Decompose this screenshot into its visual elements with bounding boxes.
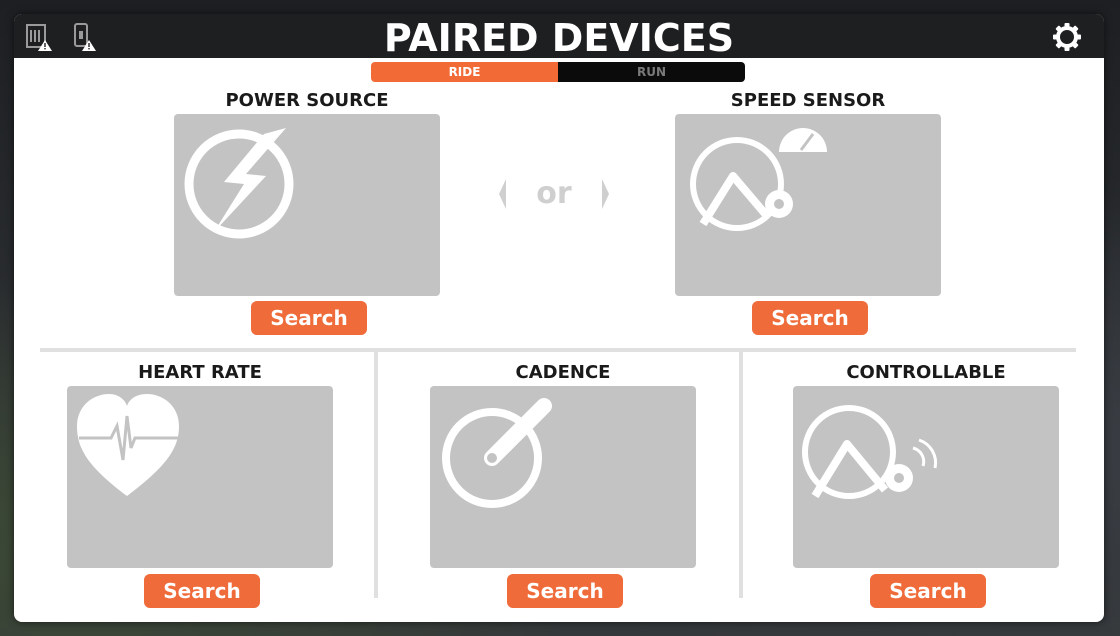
- gear-icon[interactable]: [1052, 22, 1082, 52]
- power-source-label: POWER SOURCE: [225, 90, 389, 111]
- heart-rate-tile[interactable]: [67, 386, 333, 568]
- power-source-icon: [184, 128, 294, 239]
- power-source-search-button[interactable]: Search: [251, 301, 367, 335]
- speed-sensor-icon: [690, 128, 827, 231]
- or-separator: or: [494, 174, 614, 214]
- speed-sensor-label: SPEED SENSOR: [730, 90, 886, 111]
- or-text: or: [536, 176, 572, 211]
- controllable-tile[interactable]: [793, 386, 1059, 568]
- cadence-tile[interactable]: [430, 386, 696, 568]
- cadence-label: CADENCE: [515, 362, 611, 383]
- heart-icon: [77, 394, 179, 496]
- sport-toggle: RIDE RUN: [371, 62, 745, 82]
- page-title: PAIRED DEVICES: [383, 16, 735, 60]
- heart-rate-label: HEART RATE: [138, 362, 262, 383]
- section-divider: [40, 348, 1076, 352]
- heart-rate-search-button[interactable]: Search: [144, 574, 260, 608]
- speed-sensor-tile[interactable]: [675, 114, 941, 296]
- title-bar: PAIRED DEVICES: [14, 14, 1104, 60]
- controllable-search-button[interactable]: Search: [870, 574, 986, 608]
- controllable-label: CONTROLLABLE: [846, 362, 1006, 383]
- crank-icon: [442, 398, 552, 508]
- tab-run[interactable]: RUN: [558, 62, 745, 82]
- speed-sensor-search-button[interactable]: Search: [752, 301, 868, 335]
- column-divider: [374, 352, 378, 598]
- paired-devices-panel: PAIRED DEVICES RIDE RUN POWER SOURCE Sea: [14, 14, 1104, 622]
- power-source-tile[interactable]: [174, 114, 440, 296]
- tab-ride[interactable]: RIDE: [371, 62, 558, 82]
- column-divider: [739, 352, 743, 598]
- cadence-search-button[interactable]: Search: [507, 574, 623, 608]
- smart-trainer-icon: [802, 405, 938, 499]
